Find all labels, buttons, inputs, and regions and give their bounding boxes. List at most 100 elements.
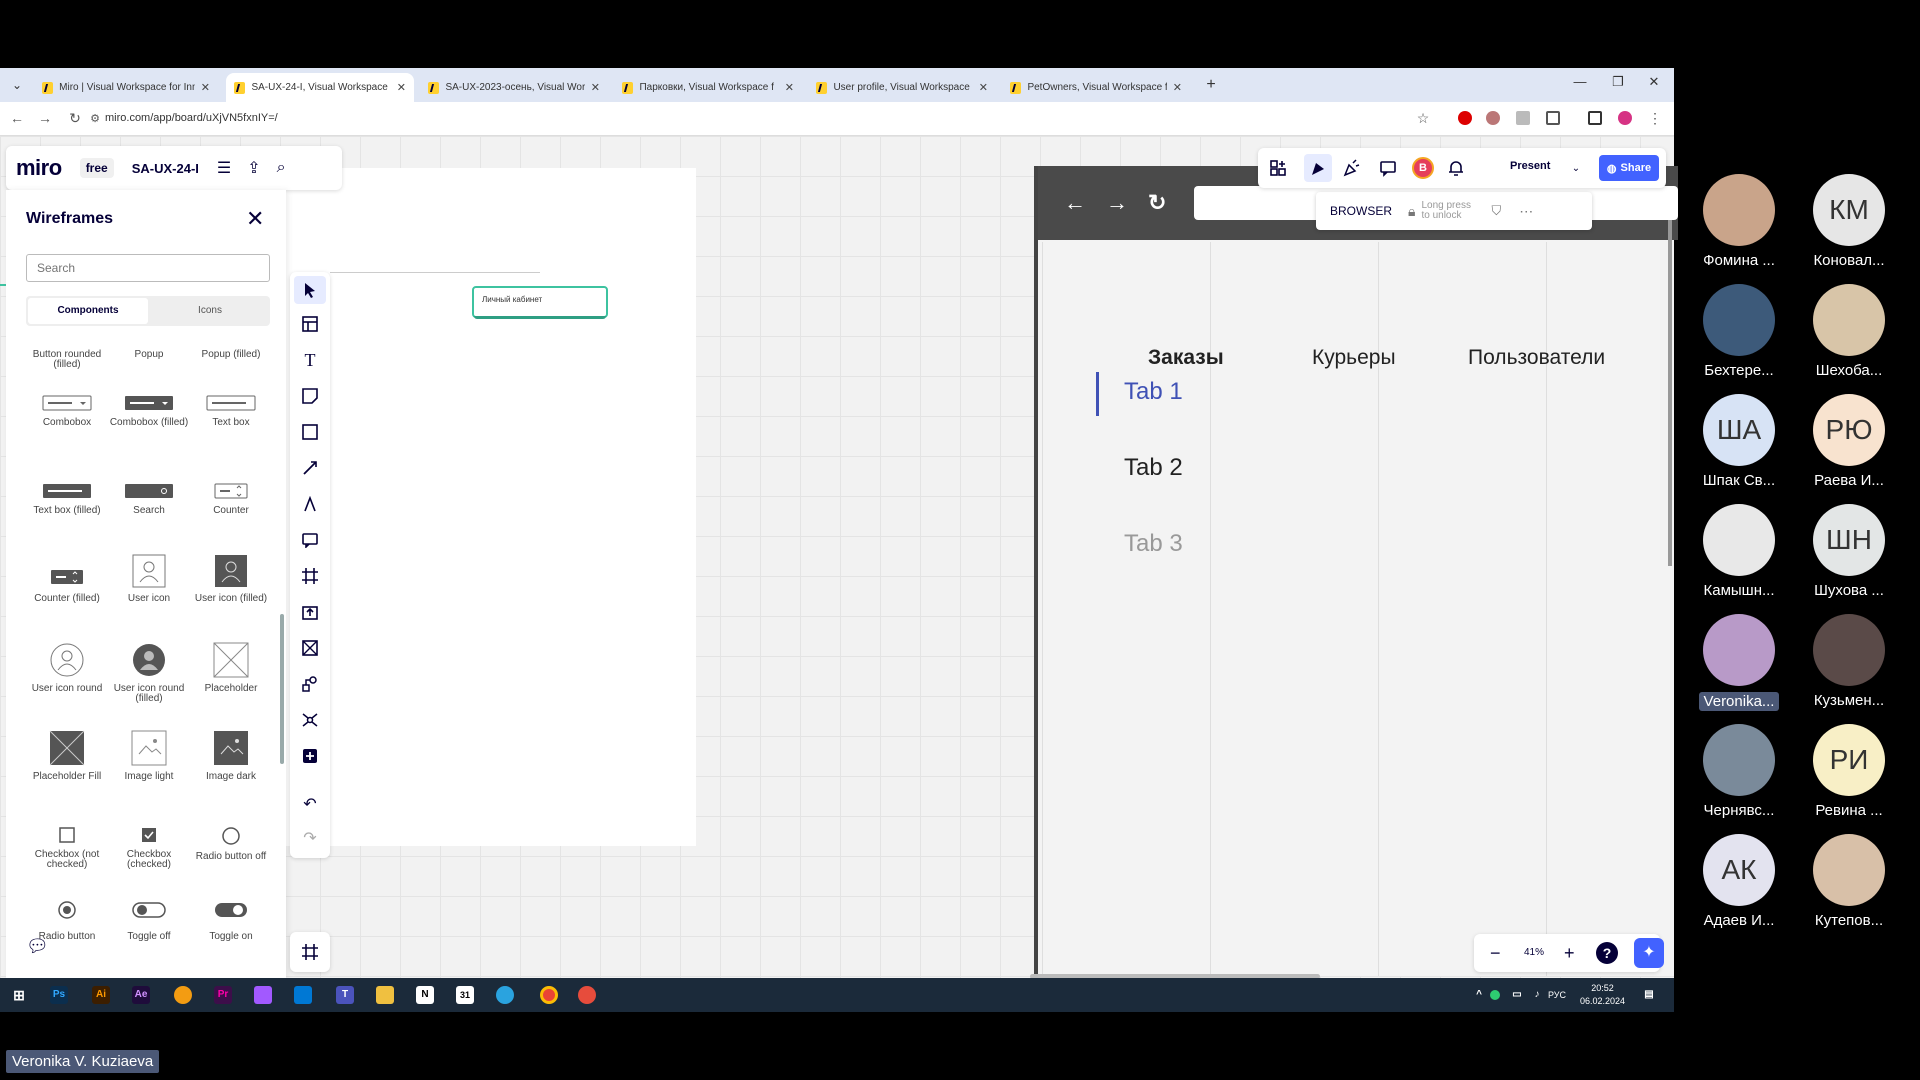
notion-icon[interactable]: N	[416, 986, 434, 1004]
camera-extension-icon[interactable]	[1516, 111, 1530, 125]
profile-avatar[interactable]	[1618, 111, 1632, 125]
mindmap-icon[interactable]	[300, 710, 320, 730]
participant-tile[interactable]: АК Адаев И...	[1684, 834, 1794, 929]
chat-icon[interactable]: 💬︎	[26, 936, 49, 957]
back-icon[interactable]: ←	[8, 110, 26, 126]
component-item[interactable]: Toggle off	[108, 900, 190, 942]
search-icon[interactable]: ⌕	[277, 159, 286, 177]
component-item[interactable]: Image light	[108, 730, 190, 782]
present-button[interactable]: Present	[1510, 160, 1550, 172]
plan-badge[interactable]: free	[79, 158, 114, 178]
celebrate-icon[interactable]	[1342, 158, 1362, 178]
forward-icon[interactable]: →	[36, 110, 54, 126]
browser-tab[interactable]: Miro | Visual Workspace for Inn ✕	[34, 73, 218, 102]
restore-icon[interactable]: ❐	[1600, 74, 1636, 90]
tab-icons[interactable]: Icons	[150, 296, 270, 326]
component-item[interactable]: Combobox	[26, 394, 108, 428]
close-window-icon[interactable]: ✕	[1636, 74, 1672, 90]
export-icon[interactable]: ⇪	[247, 158, 260, 178]
component-item[interactable]: Placeholder	[190, 642, 272, 694]
close-tab-icon[interactable]: ✕	[979, 81, 988, 94]
telegram-icon[interactable]	[496, 986, 514, 1004]
close-panel-icon[interactable]: ✕	[246, 206, 264, 232]
notifications-bell-icon[interactable]	[1446, 158, 1466, 178]
comments-icon[interactable]	[1378, 158, 1398, 178]
shield-icon[interactable]: ⛉	[1491, 203, 1501, 219]
participant-tile[interactable]: Veronika...	[1684, 614, 1794, 711]
close-tab-icon[interactable]: ✕	[1173, 81, 1182, 94]
participant-tile[interactable]: Бехтере...	[1684, 284, 1794, 379]
site-info-icon[interactable]: ⚙	[86, 112, 104, 125]
minimize-icon[interactable]: —	[1562, 74, 1598, 89]
file-explorer-icon[interactable]	[376, 986, 394, 1004]
illustrator-icon[interactable]: Ai	[92, 986, 110, 1004]
participant-tile[interactable]: Камышн...	[1684, 504, 1794, 599]
component-item[interactable]: Button rounded (filled)	[26, 344, 108, 370]
tray-status-icon[interactable]	[1490, 990, 1500, 1000]
after-effects-icon[interactable]: Ae	[132, 986, 150, 1004]
tab-search-icon[interactable]: ⌄	[8, 76, 26, 94]
close-tab-icon[interactable]: ✕	[201, 81, 210, 94]
close-tab-icon[interactable]: ✕	[397, 81, 406, 94]
pen-icon[interactable]	[300, 494, 320, 514]
reload-icon[interactable]: ↻	[66, 110, 84, 127]
participant-tile[interactable]: Шехоба...	[1794, 284, 1904, 379]
frames-panel-icon[interactable]	[290, 932, 330, 972]
calendar-icon[interactable]: 31	[456, 986, 474, 1004]
lk-wireframe-button[interactable]: Личный кабинет	[472, 286, 608, 319]
board-name[interactable]: SA-UX-24-I	[132, 161, 199, 176]
chevron-down-icon[interactable]: ⌄	[1566, 158, 1586, 178]
sidebar-icon[interactable]	[1588, 111, 1602, 125]
opera-extension-icon[interactable]	[1458, 111, 1472, 125]
ai-assistant-icon[interactable]: ✦	[1634, 938, 1664, 968]
premiere-icon[interactable]: Pr	[214, 986, 232, 1004]
figma-icon[interactable]	[254, 986, 272, 1004]
user-avatar[interactable]: В	[1412, 157, 1434, 179]
lock-icon[interactable]: 🔒︎	[1408, 203, 1415, 220]
windows-start-icon[interactable]: ⊞	[10, 986, 28, 1004]
canvas-frame[interactable]	[282, 168, 696, 846]
component-item[interactable]: User icon (filled)	[190, 554, 272, 604]
component-item[interactable]: Checkbox (checked)	[108, 826, 190, 870]
templates-icon[interactable]	[300, 314, 320, 334]
tray-chevron-icon[interactable]: ^	[1470, 986, 1488, 1004]
volume-icon[interactable]: ♪	[1528, 986, 1546, 1004]
miro-logo[interactable]: miro	[16, 155, 62, 181]
photoshop-icon[interactable]: Ps	[50, 986, 68, 1004]
component-item[interactable]: User icon round (filled)	[108, 642, 190, 704]
tab-components[interactable]: Components	[28, 298, 148, 324]
chrome-icon[interactable]	[540, 986, 558, 1004]
menu-icon[interactable]: ☰	[217, 158, 231, 178]
component-item[interactable]: Image dark	[190, 730, 272, 782]
app-red-icon[interactable]	[578, 986, 596, 1004]
component-item[interactable]: User icon	[108, 554, 190, 604]
browser-tab-active[interactable]: SA-UX-24-I, Visual Workspace ✕	[226, 73, 414, 102]
network-icon[interactable]: ▭	[1508, 986, 1526, 1004]
url-field[interactable]: miro.com/app/board/uXjVN5fxnIY=/	[105, 112, 278, 124]
participant-tile[interactable]: РИ Ревина ...	[1794, 724, 1904, 819]
component-item[interactable]: Text box	[190, 394, 272, 428]
component-item[interactable]: Counter	[190, 482, 272, 516]
browser-menu-icon[interactable]: ⋮	[1646, 110, 1664, 127]
participant-tile[interactable]: Чернявс...	[1684, 724, 1794, 819]
connector-icon[interactable]	[300, 458, 320, 478]
zoom-in-icon[interactable]: +	[1564, 943, 1575, 964]
shape-tool-icon[interactable]	[300, 422, 320, 442]
frame-icon[interactable]	[300, 566, 320, 586]
participant-tile[interactable]: РЮ Раева И...	[1794, 394, 1904, 489]
text-tool-icon[interactable]: T	[300, 350, 320, 370]
browser-tab[interactable]: SA-UX-2023-осень, Visual Wor ✕	[420, 73, 608, 102]
panel-scrollbar[interactable]	[280, 614, 284, 764]
browser-wireframe[interactable]: ← → ↻ Заказы Курьеры Пользователи	[1034, 166, 1678, 976]
participant-tile[interactable]: Кутепов...	[1794, 834, 1904, 929]
participant-tile[interactable]: ША Шпак Св...	[1684, 394, 1794, 489]
more-options-icon[interactable]: ⋯	[1519, 203, 1533, 220]
browser-tab[interactable]: PetOwners, Visual Workspace f ✕	[1002, 73, 1190, 102]
diagram-icon[interactable]	[300, 674, 320, 694]
more-tools-icon[interactable]	[300, 746, 320, 766]
participant-tile[interactable]: Кузьмен...	[1794, 614, 1904, 709]
component-item[interactable]: Popup (filled)	[190, 344, 272, 360]
sticky-note-icon[interactable]	[300, 386, 320, 406]
wireframes-icon[interactable]	[300, 638, 320, 658]
participant-tile[interactable]: ШН Шухова ...	[1794, 504, 1904, 599]
